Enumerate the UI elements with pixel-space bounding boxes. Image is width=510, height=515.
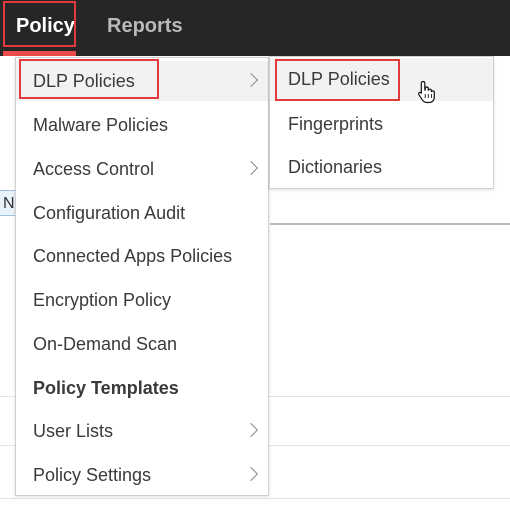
submenu-dlp-policies-highlight-box xyxy=(275,59,400,101)
menu-item-label: On-Demand Scan xyxy=(33,334,178,354)
top-nav-bar: Policy Reports xyxy=(0,0,510,56)
hand-pointer-cursor-icon xyxy=(416,80,438,109)
menu-item-label: Policy Templates xyxy=(33,378,179,398)
background-divider xyxy=(0,498,510,499)
nav-tab-reports[interactable]: Reports xyxy=(107,0,183,56)
submenu-item-label: Dictionaries xyxy=(288,157,383,177)
menu-item-policy-templates[interactable]: Policy Templates xyxy=(16,368,268,408)
chevron-right-icon xyxy=(243,466,259,482)
menu-item-user-lists[interactable]: User Lists xyxy=(16,411,268,451)
menu-item-on-demand-scan[interactable]: On-Demand Scan xyxy=(16,324,268,364)
chevron-right-icon xyxy=(243,160,259,176)
menu-item-access-control[interactable]: Access Control xyxy=(16,149,268,189)
menu-item-malware-policies[interactable]: Malware Policies xyxy=(16,105,268,145)
menu-item-label: Connected Apps Policies xyxy=(33,246,233,266)
dlp-policies-highlight-box xyxy=(19,59,159,99)
menu-item-label: Configuration Audit xyxy=(33,203,186,223)
menu-item-connected-apps-policies[interactable]: Connected Apps Policies xyxy=(16,236,268,276)
menu-item-label: Policy Settings xyxy=(33,465,152,485)
submenu-item-dictionaries[interactable]: Dictionaries xyxy=(270,146,493,189)
chevron-right-icon xyxy=(243,72,259,88)
background-divider xyxy=(270,223,510,225)
menu-item-label: User Lists xyxy=(33,421,114,441)
menu-item-configuration-audit[interactable]: Configuration Audit xyxy=(16,193,268,233)
menu-item-label: Malware Policies xyxy=(33,115,169,135)
menu-item-label: Access Control xyxy=(33,159,155,179)
policy-tab-highlight-box xyxy=(3,1,76,47)
submenu-item-fingerprints[interactable]: Fingerprints xyxy=(270,103,493,146)
menu-item-label: Encryption Policy xyxy=(33,290,172,310)
policy-dropdown-menu: DLP Policies Malware Policies Access Con… xyxy=(15,57,269,496)
submenu-item-label: Fingerprints xyxy=(288,114,384,134)
menu-item-policy-settings[interactable]: Policy Settings xyxy=(16,455,268,495)
background-chip: N xyxy=(0,190,16,216)
chevron-right-icon xyxy=(243,422,259,438)
menu-item-encryption-policy[interactable]: Encryption Policy xyxy=(16,280,268,320)
policy-tab-active-indicator xyxy=(3,51,76,56)
